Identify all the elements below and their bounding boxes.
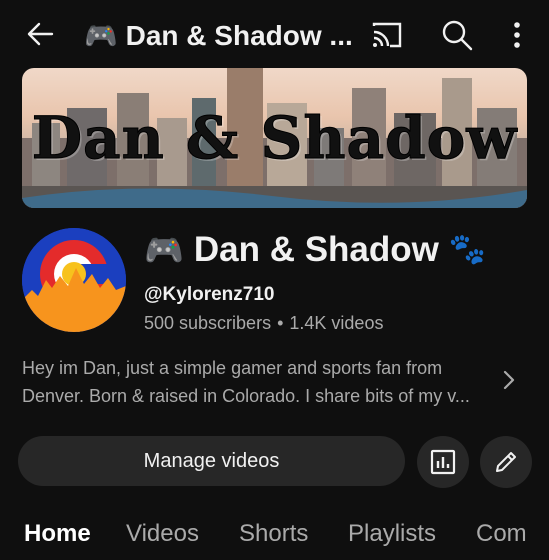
channel-description[interactable]: Hey im Dan, just a simple gamer and spor… [22,354,492,410]
video-count: 1.4K videos [289,313,384,333]
channel-banner: Dan & Shadow [22,68,527,208]
channel-stats: 500 subscribers • 1.4K videos [144,313,383,334]
more-vert-icon[interactable] [503,18,531,52]
description-line: Hey im Dan, just a simple gamer and spor… [22,358,443,378]
stats-separator: • [277,313,284,333]
tab-shorts[interactable]: Shorts [239,520,308,548]
subscriber-count: 500 subscribers [144,313,272,333]
analytics-icon [430,449,456,475]
page-title-text: Dan & Shadow ... [125,20,353,51]
search-icon[interactable] [440,18,474,52]
channel-avatar[interactable] [22,228,126,332]
tab-community[interactable]: Com [476,520,527,548]
chevron-right-icon[interactable] [500,368,518,392]
description-line: Denver. Born & raised in Colorado. I sha… [22,386,470,406]
tab-videos[interactable]: Videos [126,520,199,548]
avatar-logo-icon [22,228,126,332]
gamepad-icon: 🎮 [144,231,184,269]
channel-handle: @Kylorenz710 [144,284,275,305]
cast-icon[interactable] [370,20,404,50]
tab-playlists[interactable]: Playlists [348,520,436,548]
channel-name-text: Dan & Shadow [193,230,439,269]
manage-videos-button[interactable]: Manage videos [18,436,405,486]
pencil-icon [496,452,516,472]
paw-prints-icon: 🐾 [448,232,487,267]
channel-name: 🎮 Dan & Shadow 🐾 [144,230,486,270]
tab-home[interactable]: Home [24,520,91,548]
page-title: 🎮 Dan & Shadow ... [84,16,353,56]
channel-tabs: Home Videos Shorts Playlists Com [0,510,549,560]
edit-channel-button[interactable] [480,436,532,488]
arrow-left-icon[interactable] [22,16,58,52]
top-app-bar: 🎮 Dan & Shadow ... [0,0,549,70]
analytics-button[interactable] [417,436,469,488]
banner-title: Dan & Shadow [31,104,518,173]
gamepad-icon: 🎮 [84,20,118,52]
